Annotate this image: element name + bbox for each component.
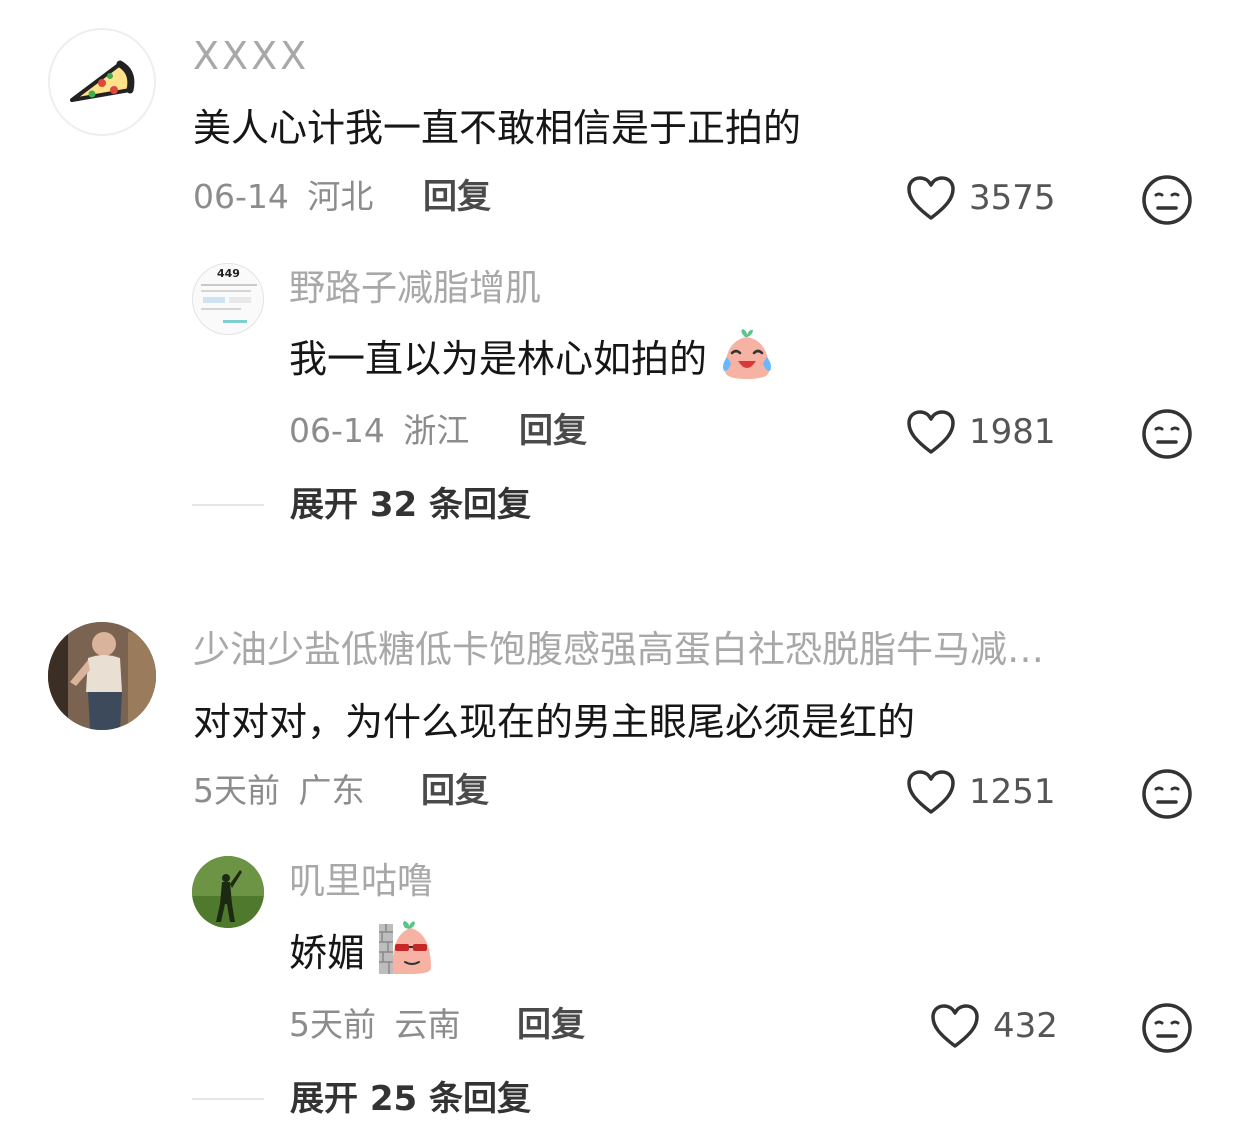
pizza-icon	[70, 60, 135, 102]
username[interactable]: XXXX	[193, 37, 309, 75]
avatar[interactable]: 449	[192, 263, 264, 335]
heart-icon	[907, 770, 955, 814]
expand-replies-label: 展开 25 条回复	[290, 1079, 531, 1119]
dislike-icon[interactable]	[1141, 768, 1193, 820]
reply-text: 我一直以为是林心如拍的	[289, 328, 775, 383]
avatar[interactable]	[48, 622, 156, 730]
reply-location: 云南	[394, 1005, 461, 1044]
like-button[interactable]: 1981	[905, 408, 1056, 456]
comment-location: 广东	[298, 771, 365, 810]
username[interactable]: 叽里咕噜	[289, 864, 433, 900]
reply-button[interactable]: 回复	[517, 1008, 585, 1042]
heart-icon	[907, 410, 955, 454]
reply-meta: 06-14 浙江	[289, 414, 469, 447]
divider	[192, 1098, 264, 1100]
dislike-icon[interactable]	[1141, 174, 1193, 226]
comment-location: 河北	[307, 177, 374, 216]
expand-replies-label: 展开 32 条回复	[290, 485, 531, 525]
reply-text-content: 我一直以为是林心如拍的	[289, 337, 708, 381]
grass-shadow-icon	[192, 856, 264, 928]
divider	[192, 504, 264, 506]
reply-button[interactable]: 回复	[423, 180, 491, 214]
like-count: 432	[993, 1006, 1058, 1046]
heart-icon	[907, 176, 955, 220]
like-button[interactable]: 1251	[905, 768, 1056, 816]
username[interactable]: 野路子减脂增肌	[289, 271, 541, 307]
like-count: 1981	[969, 412, 1056, 452]
reply-text: 娇媚	[289, 920, 435, 976]
person-photo-icon	[48, 622, 156, 730]
like-button[interactable]: 432	[929, 1002, 1058, 1050]
reply-text-content: 娇媚	[289, 931, 366, 975]
comment-meta: 5天前 广东	[193, 774, 365, 807]
expand-replies-button[interactable]: 展开 32 条回复	[192, 488, 531, 522]
comment-date: 06-14	[193, 177, 289, 216]
reply-date: 06-14	[289, 411, 385, 450]
reply-meta: 5天前 云南	[289, 1008, 461, 1041]
like-count: 3575	[969, 178, 1056, 218]
avatar[interactable]	[192, 856, 264, 928]
dislike-icon[interactable]	[1141, 1002, 1193, 1054]
reply-button[interactable]: 回复	[421, 774, 489, 808]
avatar[interactable]	[48, 28, 156, 136]
comment-text: 对对对，为什么现在的男主眼尾必须是红的	[193, 700, 916, 744]
peeking-wall-emoji-icon	[379, 920, 432, 974]
avatar-number: 449	[217, 267, 240, 280]
crying-laughing-emoji-icon	[723, 328, 772, 379]
like-count: 1251	[969, 772, 1056, 812]
comment-date: 5天前	[193, 771, 280, 810]
reply-location: 浙江	[403, 411, 470, 450]
expand-replies-button[interactable]: 展开 25 条回复	[192, 1082, 531, 1116]
reply-button[interactable]: 回复	[519, 414, 587, 448]
like-button[interactable]: 3575	[905, 174, 1056, 222]
reply-date: 5天前	[289, 1005, 376, 1044]
username[interactable]: 少油少盐低糖低卡饱腹感强高蛋白社恐脱脂牛马减…	[193, 631, 1044, 668]
comment-meta: 06-14 河北	[193, 180, 373, 213]
dislike-icon[interactable]	[1141, 408, 1193, 460]
heart-icon	[931, 1004, 979, 1048]
comment-text: 美人心计我一直不敢相信是于正拍的	[193, 106, 802, 150]
